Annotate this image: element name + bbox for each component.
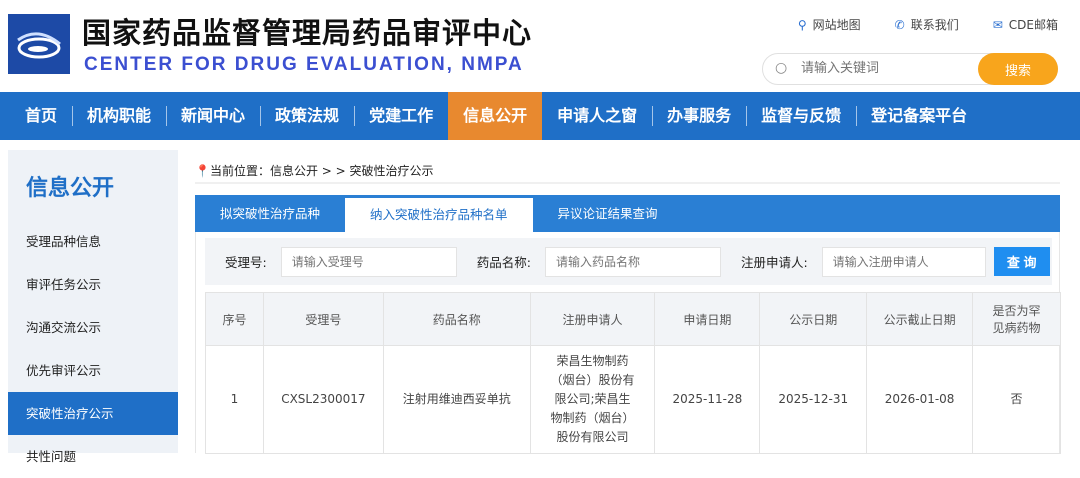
col-header: 公示截止日期: [866, 292, 974, 346]
results-table: 序号 受理号 药品名称 注册申请人 申请日期 公示日期 公示截止日期 是否为罕见…: [205, 292, 1061, 454]
col-header: 公示日期: [759, 292, 868, 346]
nav-functions[interactable]: 机构职能: [72, 92, 166, 140]
cell: 2025-11-28: [654, 345, 761, 454]
phone-icon: ✆: [894, 18, 905, 32]
cell: 否: [972, 345, 1061, 454]
breadcrumb: 📍当前位置：信息公开 > > 突破性治疗公示: [195, 162, 1060, 184]
location-pin-icon: 📍: [195, 164, 210, 178]
applicant-input[interactable]: [821, 246, 986, 277]
nav-party[interactable]: 党建工作: [354, 92, 448, 140]
cell: 荣昌生物制药（烟台）股份有限公司;荣昌生物制药（烟台）股份有限公司: [529, 345, 656, 454]
site-map-link[interactable]: ⚲ 网站地图: [798, 16, 861, 33]
site-header: 国家药品监督管理局药品审评中心 CENTER FOR DRUG EVALUATI…: [0, 0, 1080, 92]
nav-home[interactable]: 首页: [10, 92, 72, 140]
col-header: 药品名称: [382, 292, 531, 346]
acceptance-no-input[interactable]: [280, 246, 457, 277]
nav-applicant[interactable]: 申请人之窗: [542, 92, 652, 140]
sidebar-item-breakthrough[interactable]: 突破性治疗公示: [8, 392, 178, 435]
sidebar-item[interactable]: 审评任务公示: [8, 263, 178, 306]
site-title: 国家药品监督管理局药品审评中心: [82, 16, 533, 50]
tab-objection-results[interactable]: 异议论证结果查询: [533, 195, 683, 232]
filter-label: 受理号:: [225, 255, 267, 270]
cell: 2026-01-08: [866, 345, 974, 454]
link-label: CDE邮箱: [1008, 18, 1058, 32]
cell: 2025-12-31: [759, 345, 868, 454]
col-header: 是否为罕见病药物: [972, 292, 1061, 346]
sidebar: 信息公开 受理品种信息 审评任务公示 沟通交流公示 优先审评公示 突破性治疗公示…: [8, 150, 178, 464]
nav-policy[interactable]: 政策法规: [260, 92, 354, 140]
tab-proposed[interactable]: 拟突破性治疗品种: [195, 195, 345, 232]
search-button[interactable]: 搜索: [978, 53, 1058, 85]
tab-included-list[interactable]: 纳入突破性治疗品种名单: [345, 198, 533, 232]
breadcrumb-text: 当前位置：信息公开 > > 突破性治疗公示: [209, 164, 434, 178]
col-header: 注册申请人: [529, 292, 656, 346]
contact-link[interactable]: ✆ 联系我们: [895, 16, 959, 33]
nav-services[interactable]: 办事服务: [652, 92, 746, 140]
sidebar-item[interactable]: 沟通交流公示: [8, 306, 178, 349]
search-box: ○ 搜索: [762, 53, 1058, 85]
tab-bar: 拟突破性治疗品种 纳入突破性治疗品种名单 异议论证结果查询: [195, 195, 1060, 232]
cde-logo[interactable]: [8, 14, 70, 74]
query-button[interactable]: 查 询: [993, 247, 1050, 276]
col-header: 序号: [205, 292, 264, 346]
mail-link[interactable]: ✉ CDE邮箱: [993, 16, 1058, 33]
nav-feedback[interactable]: 监督与反馈: [746, 92, 856, 140]
filter-bar: 受理号: 药品名称: 注册申请人: 查 询: [205, 238, 1052, 285]
content-panel: 受理号: 药品名称: 注册申请人: 查 询 序号 受理号 药品名称 注册申请人 …: [195, 232, 1061, 454]
nav-info-disclosure[interactable]: 信息公开: [448, 92, 543, 140]
nav-news[interactable]: 新闻中心: [166, 92, 260, 140]
col-header: 申请日期: [654, 292, 761, 346]
cell: 注射用维迪西妥单抗: [382, 345, 531, 454]
mail-icon: ✉: [992, 18, 1003, 32]
sidebar-item[interactable]: 优先审评公示: [8, 349, 178, 392]
cell: CXSL2300017: [262, 345, 384, 454]
col-header: 受理号: [262, 292, 384, 346]
filter-label: 药品名称:: [476, 255, 531, 270]
cell: 1: [205, 345, 264, 454]
nav-registration[interactable]: 登记备案平台: [856, 92, 982, 140]
filter-label: 注册申请人:: [740, 255, 808, 270]
link-label: 联系我们: [910, 18, 959, 32]
drug-name-input[interactable]: [544, 246, 721, 277]
table-header: 序号 受理号 药品名称 注册申请人 申请日期 公示日期 公示截止日期 是否为罕见…: [205, 292, 1061, 346]
sidebar-item[interactable]: 共性问题: [8, 435, 178, 478]
map-pin-icon: ⚲: [797, 18, 807, 32]
search-input[interactable]: [801, 60, 981, 75]
site-subtitle: CENTER FOR DRUG EVALUATION, NMPA: [84, 54, 524, 75]
sidebar-title: 信息公开: [26, 176, 115, 201]
link-label: 网站地图: [812, 18, 861, 32]
main-nav: 首页 机构职能 新闻中心 政策法规 党建工作 信息公开 申请人之窗 办事服务 监…: [0, 92, 1080, 140]
search-icon: ○: [775, 60, 788, 76]
table-row[interactable]: 1 CXSL2300017 注射用维迪西妥单抗 荣昌生物制药（烟台）股份有限公司…: [205, 345, 1061, 454]
sidebar-item[interactable]: 受理品种信息: [8, 220, 178, 263]
